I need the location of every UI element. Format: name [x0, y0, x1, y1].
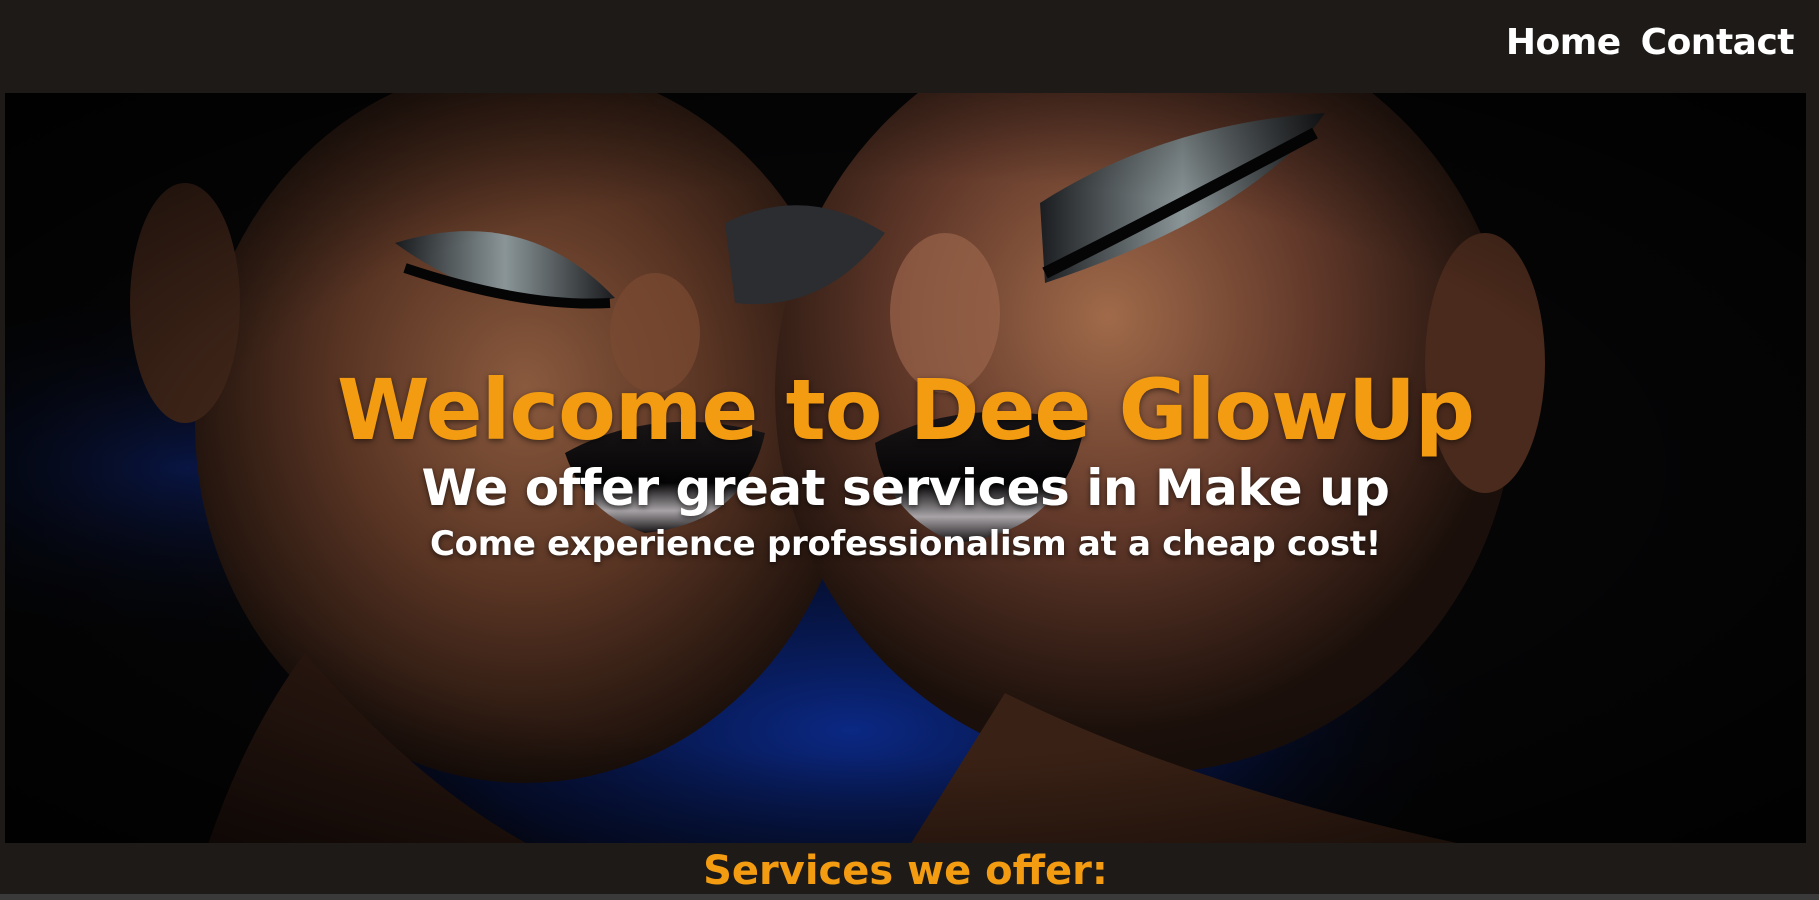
- right-edge-strip: [1806, 93, 1819, 843]
- page: Home Contact Welcome to Dee GlowUp We of…: [0, 0, 1819, 900]
- services-section: Services we offer:: [0, 843, 1819, 895]
- nav-contact-link[interactable]: Contact: [1641, 22, 1795, 63]
- hero-banner: Welcome to Dee GlowUp We offer great ser…: [5, 93, 1806, 843]
- nav-links: Home Contact: [1506, 22, 1795, 63]
- bottom-divider: [0, 894, 1819, 900]
- navbar: Home Contact: [0, 0, 1819, 93]
- nav-home-link[interactable]: Home: [1506, 22, 1621, 63]
- services-heading: Services we offer:: [703, 848, 1108, 894]
- hero-text-overlay: Welcome to Dee GlowUp We offer great ser…: [5, 93, 1806, 843]
- hero-title: Welcome to Dee GlowUp: [336, 361, 1475, 459]
- hero-subtitle: We offer great services in Make up: [421, 459, 1390, 517]
- hero-tagline: Come experience professionalism at a che…: [430, 524, 1381, 564]
